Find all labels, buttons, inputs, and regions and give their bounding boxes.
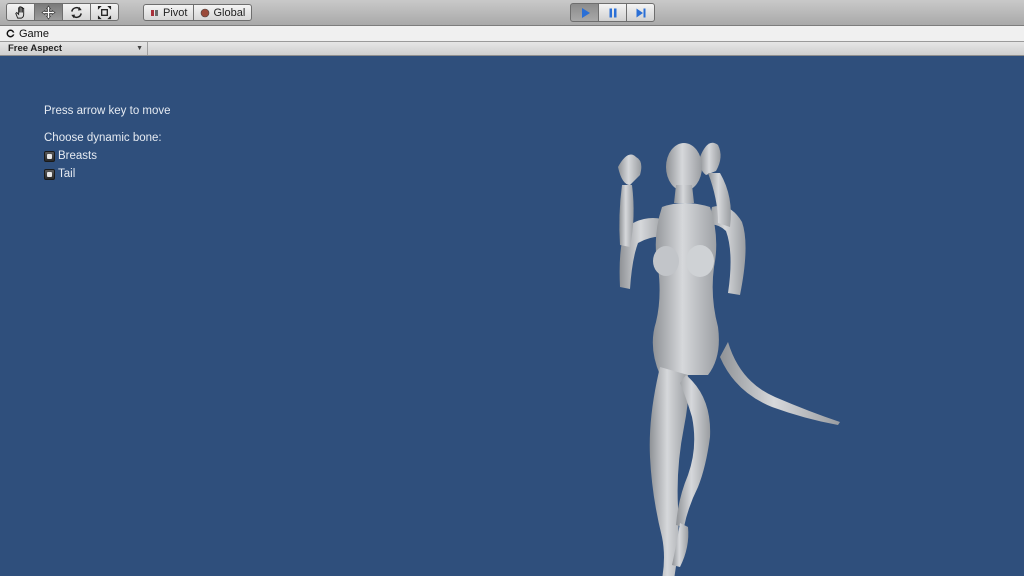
game-tab[interactable]: Game: [0, 26, 1024, 42]
global-label: Global: [213, 6, 246, 19]
aspect-selected: Free Aspect: [8, 43, 63, 54]
game-view-toolbar: Free Aspect ▼: [0, 42, 1024, 56]
global-button[interactable]: Global: [193, 4, 253, 21]
tail-label: Tail: [58, 168, 76, 180]
play-button[interactable]: [570, 3, 599, 22]
rotate-icon: [71, 6, 82, 18]
breasts-toggle[interactable]: Breasts: [44, 150, 97, 162]
checkbox-icon[interactable]: [44, 150, 55, 162]
hand-icon: [15, 5, 25, 19]
pivot-label: Pivot: [163, 6, 188, 19]
pivot-toggle-group: Pivot Global: [143, 4, 253, 21]
pivot-icon: [151, 9, 158, 16]
scale-tool-button[interactable]: [90, 3, 119, 21]
game-viewport[interactable]: Press arrow key to move Choose dynamic b…: [0, 57, 1024, 576]
move-tool-button[interactable]: [34, 3, 63, 21]
checkbox-icon[interactable]: [44, 168, 55, 180]
game-icon: [6, 29, 15, 38]
dropdown-arrow-icon: ▼: [136, 45, 143, 52]
scale-icon: [97, 5, 112, 19]
tail-toggle[interactable]: Tail: [44, 168, 75, 180]
step-icon: [636, 8, 645, 17]
hand-tool-button[interactable]: [6, 3, 35, 21]
choose-bone-label: Choose dynamic bone:: [44, 132, 162, 144]
aspect-dropdown[interactable]: Free Aspect ▼: [2, 42, 148, 55]
move-icon: [41, 4, 56, 20]
pivot-button[interactable]: Pivot: [143, 4, 195, 21]
transform-tools: [6, 3, 119, 21]
breasts-label: Breasts: [58, 150, 97, 162]
rotate-tool-button[interactable]: [62, 3, 91, 21]
move-hint-text: Press arrow key to move: [44, 105, 171, 117]
globe-icon: [201, 8, 210, 17]
step-button[interactable]: [626, 3, 655, 22]
playback-controls: [570, 3, 655, 22]
pause-icon: [609, 8, 616, 17]
tab-title: Game: [19, 27, 49, 40]
pause-button[interactable]: [598, 3, 627, 22]
play-icon: [581, 7, 590, 18]
character-model: [618, 142, 840, 576]
main-toolbar: Pivot Global: [0, 0, 1024, 26]
